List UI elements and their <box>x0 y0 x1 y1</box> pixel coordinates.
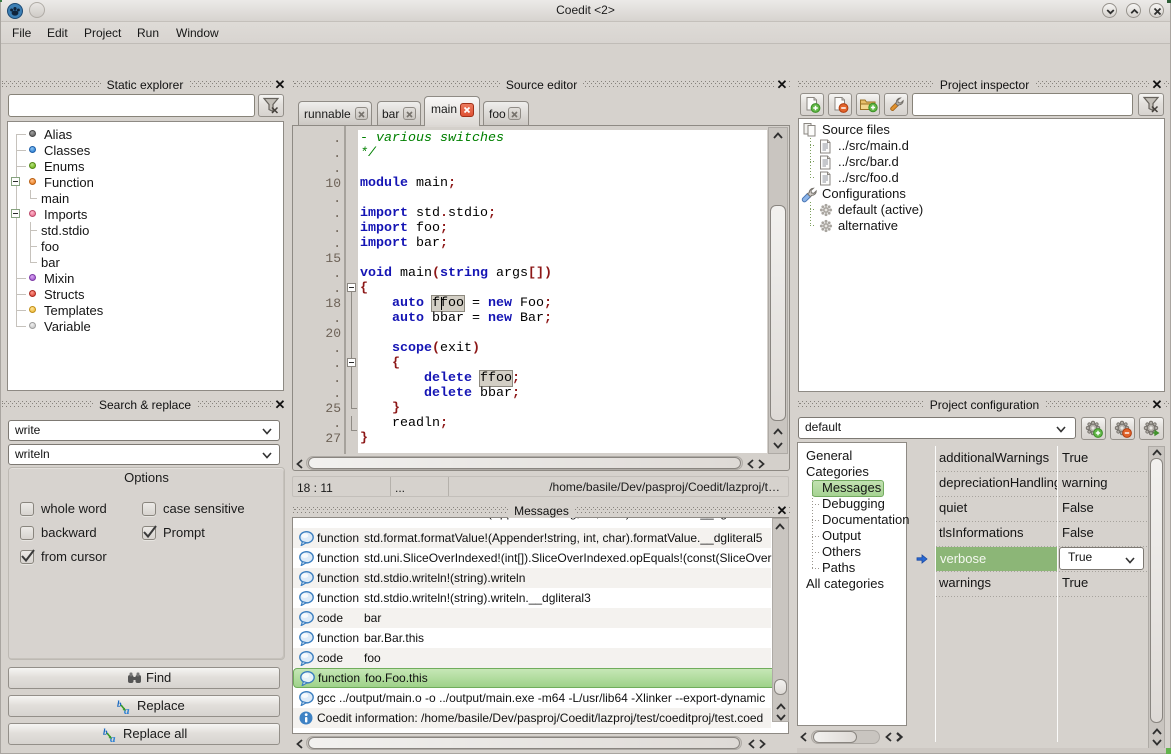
svg-text:b: b <box>117 699 122 709</box>
svg-text:b: b <box>103 727 108 737</box>
